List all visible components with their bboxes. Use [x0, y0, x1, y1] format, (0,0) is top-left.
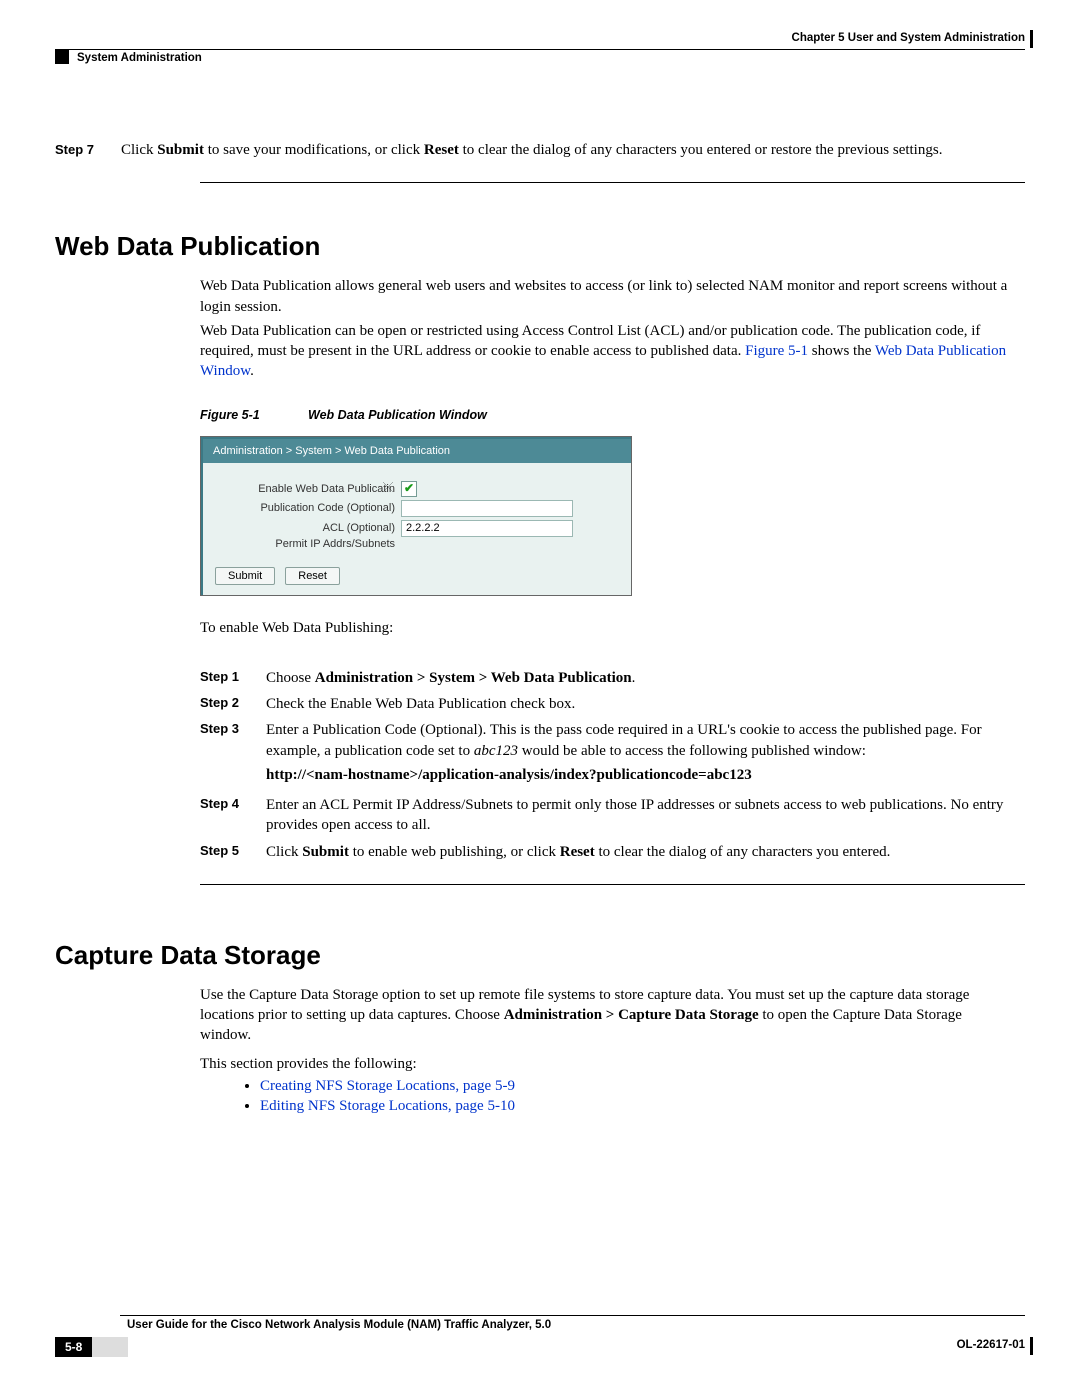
step7-label: Step 7 [55, 140, 121, 160]
step4-label: Step 4 [200, 795, 266, 836]
doc-number: OL-22617-01 [957, 1339, 1025, 1351]
figure-caption: Figure 5-1Web Data Publication Window [200, 407, 1025, 424]
step5-text: Click Submit to enable web publishing, o… [266, 842, 890, 862]
submit-button[interactable]: Submit [215, 567, 275, 585]
step2-text: Check the Enable Web Data Publication ch… [266, 694, 575, 714]
link-creating-nfs[interactable]: Creating NFS Storage Locations, page 5-9 [260, 1078, 515, 1094]
step2-label: Step 2 [200, 694, 266, 714]
link-editing-nfs[interactable]: Editing NFS Storage Locations, page 5-10 [260, 1098, 515, 1114]
step4-text: Enter an ACL Permit IP Address/Subnets t… [266, 795, 1025, 836]
header-section: System Administration [77, 52, 202, 64]
enable-checkbox[interactable]: ✔ [401, 481, 417, 497]
wdp-heading: Web Data Publication [55, 231, 1025, 262]
enable-intro: To enable Web Data Publishing: [200, 618, 1015, 638]
permit-label: Permit IP Addrs/Subnets [215, 538, 401, 550]
wdp-screenshot: Administration > System > Web Data Publi… [200, 436, 632, 596]
permit-ip-input[interactable] [401, 520, 573, 537]
cds-p1: Use the Capture Data Storage option to s… [200, 985, 1015, 1046]
page-number: 5-8 [55, 1337, 128, 1357]
shot-breadcrumb: Administration > System > Web Data Publi… [203, 439, 631, 463]
step5-label: Step 5 [200, 842, 266, 862]
wdp-p2: Web Data Publication can be open or rest… [200, 321, 1015, 382]
header-marker [55, 50, 69, 64]
divider [200, 182, 1025, 183]
step1-text: Choose Administration > System > Web Dat… [266, 668, 635, 688]
cds-heading: Capture Data Storage [55, 940, 1025, 971]
figure-link[interactable]: Figure 5-1 [745, 343, 808, 359]
reset-button[interactable]: Reset [285, 567, 340, 585]
step1-label: Step 1 [200, 668, 266, 688]
acl-label: ACL (Optional) [215, 522, 401, 534]
footer-title: User Guide for the Cisco Network Analysi… [127, 1319, 1025, 1331]
divider [200, 884, 1025, 885]
step3-label: Step 3 [200, 720, 266, 789]
cds-p2: This section provides the following: [200, 1054, 1015, 1074]
wdp-p1: Web Data Publication allows general web … [200, 276, 1015, 317]
step7-text: Click Submit to save your modifications,… [121, 140, 1025, 160]
pubcode-label: Publication Code (Optional) [215, 502, 401, 514]
header-chapter: Chapter 5 User and System Administration [792, 32, 1025, 44]
pubcode-input[interactable] [401, 500, 573, 517]
example-url: http://<nam-hostname>/application-analys… [266, 765, 1025, 785]
step3-text: Enter a Publication Code (Optional). Thi… [266, 720, 1025, 789]
enable-label: Enable Web Data Publicatin [215, 483, 401, 495]
